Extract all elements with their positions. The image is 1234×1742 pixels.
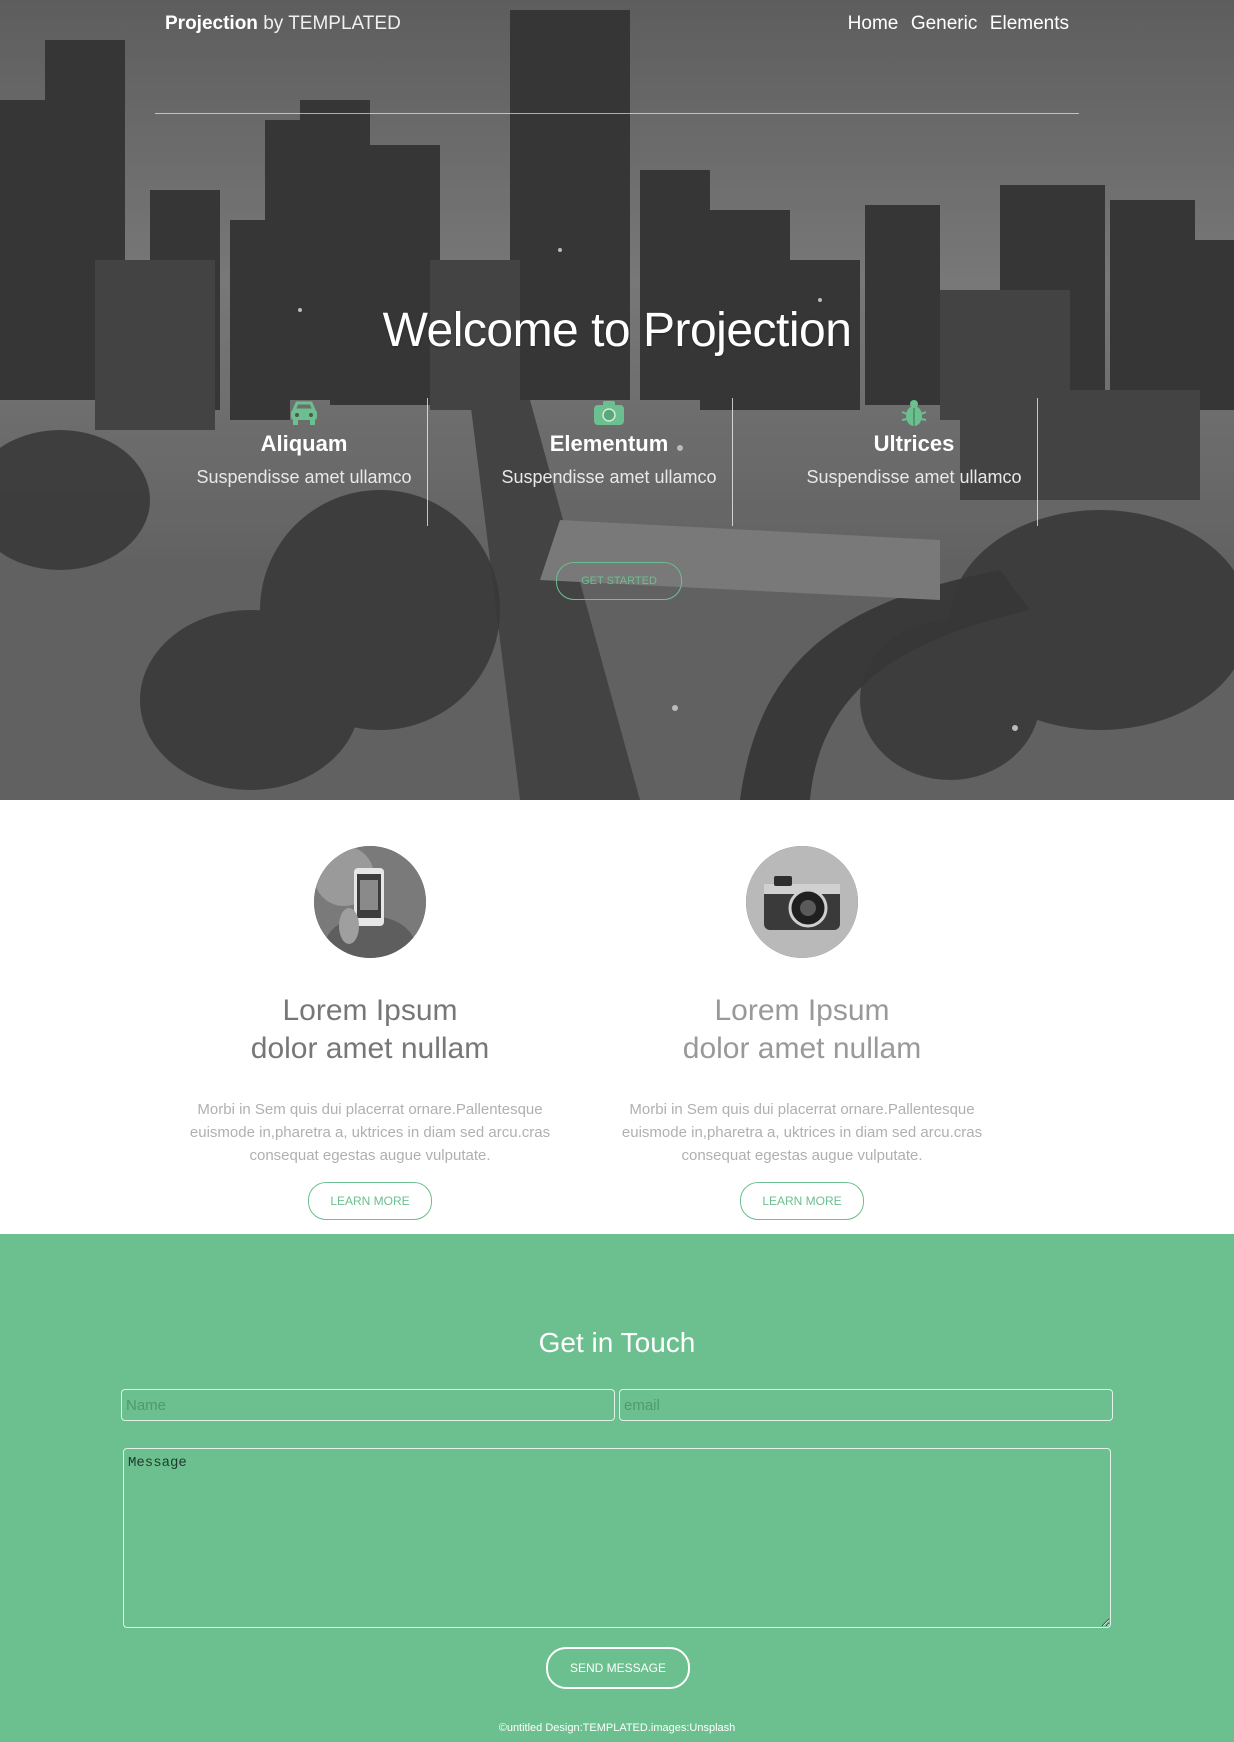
card-title: Lorem Ipsum dolor amet nullam [612, 992, 992, 1068]
top-nav: Projection by TEMPLATED Home Generic Ele… [0, 0, 1234, 50]
feature-desc: Suspendisse amet ullamco [806, 467, 1022, 487]
contact-title: Get in Touch [538, 1327, 696, 1358]
hero-banner: Projection by TEMPLATED Home Generic Ele… [0, 0, 1234, 800]
phone-photo [314, 846, 426, 958]
nav-menu: Home Generic Elements [840, 13, 1069, 35]
feature-divider [732, 398, 733, 526]
get-started-button[interactable]: GET STARTED [556, 562, 682, 600]
card-title: Lorem Ipsum dolor amet nullam [180, 992, 560, 1068]
learn-more-button[interactable]: LEARN MORE [308, 1182, 432, 1220]
learn-more-button[interactable]: LEARN MORE [740, 1182, 864, 1220]
bug-icon [898, 398, 930, 428]
feature-ultrices: Ultrices Suspendisse amet ullamco [762, 398, 1066, 528]
feature-divider [1037, 398, 1038, 526]
card-body: Morbi in Sem quis dui placerrat ornare.P… [621, 1101, 983, 1164]
feature-divider [427, 398, 428, 526]
site-logo[interactable]: Projection by TEMPLATED [165, 13, 401, 35]
brand-name: Projection [165, 13, 258, 34]
contact-section: Get in Touch SEND MESSAGE ©untitled Desi… [0, 1234, 1234, 1742]
brand-byline: by TEMPLATED [263, 13, 401, 34]
nav-link-generic[interactable]: Generic [911, 13, 978, 34]
footer-credits: ©untitled Design:TEMPLATED.images:Unspla… [498, 1722, 736, 1734]
feature-desc: Suspendisse amet ullamco [196, 467, 412, 487]
camera-photo [746, 846, 858, 958]
card-title-line2: dolor amet nullam [250, 1032, 490, 1065]
camera-icon [593, 398, 625, 428]
feature-title: Ultrices [873, 431, 955, 456]
card-camera: Lorem Ipsum dolor amet nullam Morbi in S… [612, 846, 992, 1220]
name-field[interactable] [121, 1389, 615, 1421]
nav-divider [155, 113, 1079, 114]
nav-link-elements[interactable]: Elements [990, 13, 1069, 34]
nav-link-home[interactable]: Home [848, 13, 899, 34]
feature-title: Elementum [549, 431, 669, 456]
card-body: Morbi in Sem quis dui placerrat ornare.P… [189, 1101, 551, 1164]
card-title-line1: Lorem Ipsum [282, 994, 458, 1027]
feature-elementum: Elementum Suspendisse amet ullamco [457, 398, 761, 528]
feature-aliquam: Aliquam Suspendisse amet ullamco [152, 398, 456, 528]
card-title-line2: dolor amet nullam [682, 1032, 922, 1065]
email-field[interactable] [619, 1389, 1113, 1421]
send-message-button[interactable]: SEND MESSAGE [546, 1647, 690, 1689]
card-phone: Lorem Ipsum dolor amet nullam Morbi in S… [180, 846, 560, 1220]
message-field[interactable] [123, 1448, 1111, 1628]
feature-desc: Suspendisse amet ullamco [501, 467, 717, 487]
hero-title: Welcome to Projection [382, 304, 852, 357]
car-icon [288, 398, 320, 428]
feature-title: Aliquam [260, 431, 348, 456]
card-title-line1: Lorem Ipsum [714, 994, 890, 1027]
